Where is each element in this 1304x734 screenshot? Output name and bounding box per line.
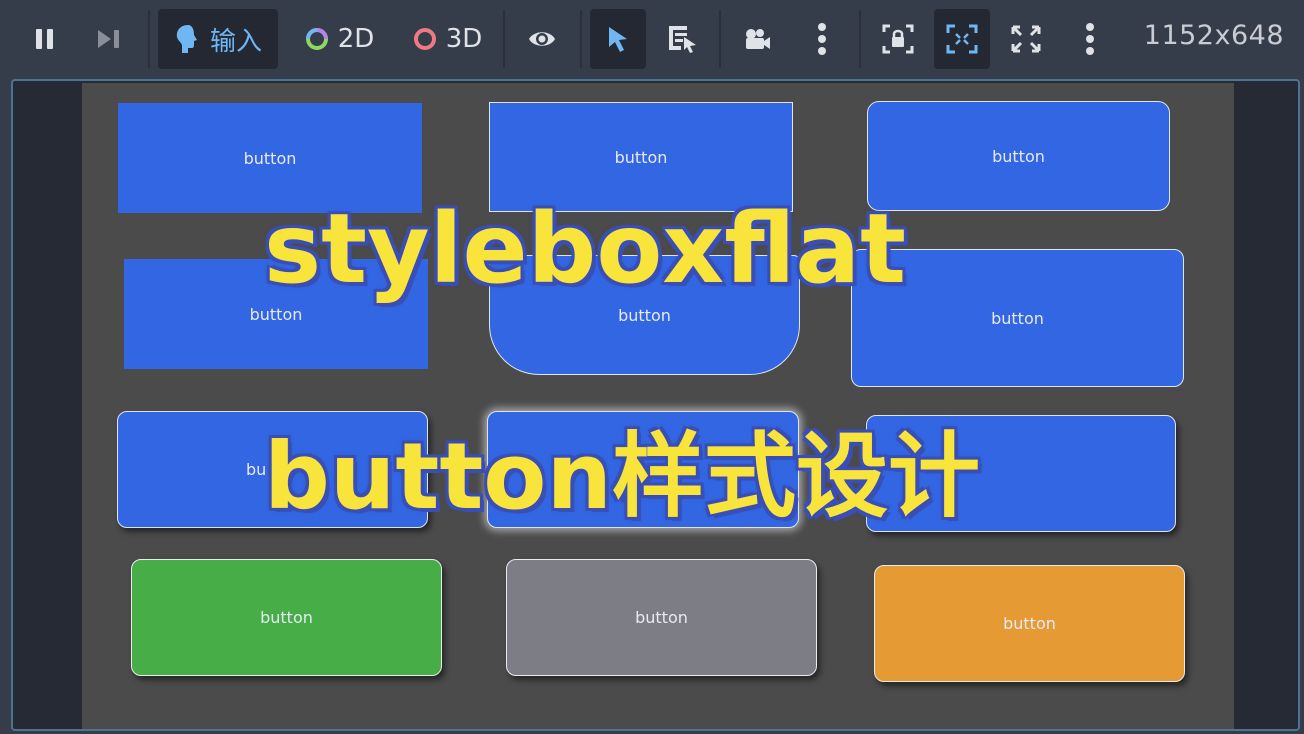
mode-2d-button[interactable]: 2D <box>292 9 386 69</box>
button-label: button <box>260 608 313 627</box>
eye-icon <box>529 32 555 46</box>
camera-icon <box>746 29 770 49</box>
button-label: button <box>618 305 671 325</box>
list-cursor-icon <box>669 26 696 53</box>
select-mode-button[interactable] <box>590 9 646 69</box>
toolbar-separator <box>719 10 721 68</box>
button-green[interactable]: button <box>131 559 442 676</box>
button-rounded[interactable]: button <box>867 101 1170 211</box>
ring-3d-icon <box>413 28 436 50</box>
arrow-cursor-icon <box>609 27 627 52</box>
next-frame-button[interactable] <box>86 9 132 69</box>
input-label: 输入 <box>209 26 262 57</box>
overlay-title-styleboxflat: styleboxflat <box>262 193 907 305</box>
more-vertical-icon <box>1086 23 1094 55</box>
list-select-button[interactable] <box>656 9 710 69</box>
mode-3d-button[interactable]: 3D <box>400 9 494 69</box>
button-label: button <box>249 304 303 324</box>
mode-2d-label: 2D <box>337 24 375 54</box>
button-label: button <box>243 148 297 168</box>
embed-lock-button[interactable] <box>872 9 924 69</box>
more-options-button[interactable] <box>1068 9 1112 69</box>
toolbar-separator <box>859 10 861 68</box>
button-label: button <box>614 147 668 167</box>
ring-2d-icon <box>305 28 328 50</box>
input-toggle-button[interactable]: 输入 <box>158 9 278 69</box>
toolbar-separator <box>148 10 150 68</box>
pause-button[interactable] <box>22 9 68 69</box>
step-forward-icon <box>98 30 119 48</box>
button-label: button <box>992 146 1045 166</box>
button-label: button <box>1003 614 1056 633</box>
camera-override-button[interactable] <box>732 9 782 69</box>
toolbar-separator <box>580 10 582 68</box>
game-canvas: button button button button button butto… <box>82 83 1234 729</box>
expand-arrows-icon <box>1011 25 1041 53</box>
button-label: button <box>635 608 688 627</box>
overlay-title-button-design: button样式设计 <box>262 423 981 530</box>
maximize-button[interactable] <box>1000 9 1052 69</box>
game-viewport[interactable]: button button button button button butto… <box>11 79 1300 731</box>
resolution-readout: 1152x648 <box>1143 20 1284 51</box>
button-gray[interactable]: button <box>506 559 817 676</box>
camera-options-button[interactable] <box>800 9 844 69</box>
visibility-button[interactable] <box>518 9 566 69</box>
toolbar-separator <box>503 10 505 68</box>
viewport-toolbar: 输入 2D 3D 1152x648 <box>0 0 1304 78</box>
fit-viewport-button[interactable] <box>934 9 990 69</box>
button-label: button <box>991 308 1044 328</box>
button-orange[interactable]: button <box>874 565 1185 682</box>
mode-3d-label: 3D <box>445 24 483 54</box>
input-head-icon <box>176 25 197 53</box>
pause-icon <box>36 29 53 49</box>
fit-frame-icon <box>946 24 978 54</box>
more-vertical-icon <box>818 23 826 55</box>
lock-frame-icon <box>882 24 914 54</box>
